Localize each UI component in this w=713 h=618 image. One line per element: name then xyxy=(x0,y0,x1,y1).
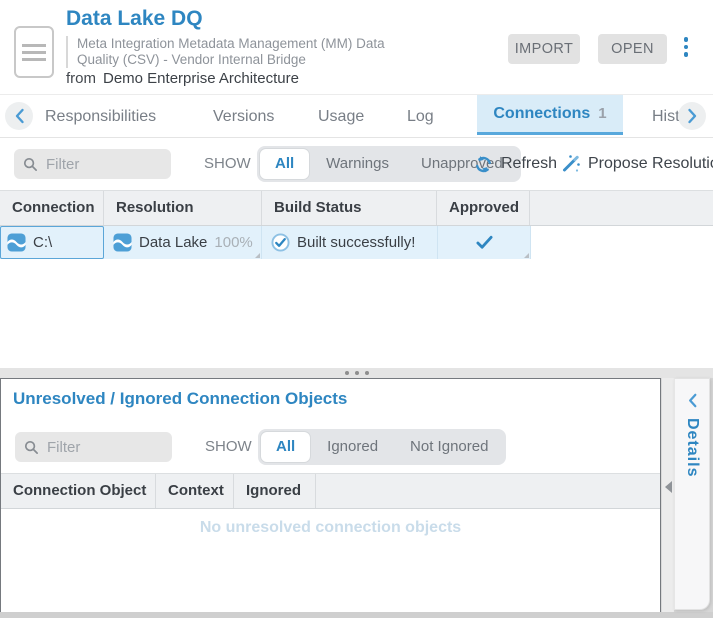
from-label: from xyxy=(66,70,96,87)
column-header-connection[interactable]: Connection xyxy=(0,191,104,225)
app-window: Data Lake DQ Meta Integration Metadata M… xyxy=(0,0,713,618)
search-icon xyxy=(24,440,39,455)
propose-resolution-button[interactable]: Propose Resolution xyxy=(560,138,713,190)
tab-log[interactable]: Log xyxy=(407,95,434,138)
vertical-scrollbar[interactable] xyxy=(661,378,674,612)
segment-ignored[interactable]: Ignored xyxy=(312,432,393,462)
search-icon xyxy=(23,157,38,172)
data-lake-connection-icon xyxy=(7,233,26,252)
tab-connections-count-badge: 1 xyxy=(598,105,606,122)
tab-bar: Responsibilities Versions Usage Log Conn… xyxy=(0,94,713,138)
bridge-subtitle: Meta Integration Metadata Management (MM… xyxy=(66,36,390,68)
resolution-name: Data Lake xyxy=(139,234,207,251)
details-panel-tab[interactable]: Details xyxy=(674,378,710,610)
page-title: Data Lake DQ xyxy=(66,7,203,31)
built-success-icon xyxy=(271,233,290,252)
segment-warnings[interactable]: Warnings xyxy=(311,149,404,179)
tab-responsibilities[interactable]: Responsibilities xyxy=(45,95,156,138)
build-status-cell[interactable]: Built successfully! xyxy=(262,226,438,259)
source-line: from Demo Enterprise Architecture xyxy=(66,70,299,87)
connections-table-header: Connection Resolution Build Status Appro… xyxy=(0,190,713,226)
connection-cell[interactable]: C:\ xyxy=(0,226,104,259)
show-label: SHOW xyxy=(204,138,251,190)
more-options-icon[interactable] xyxy=(681,37,691,57)
bottom-edge-strip xyxy=(0,612,713,618)
approved-check-icon xyxy=(476,235,493,250)
tabs-scroll-right-button[interactable] xyxy=(678,102,706,130)
open-button[interactable]: OPEN xyxy=(598,34,667,64)
column-header-approved[interactable]: Approved xyxy=(437,191,530,225)
connections-filter-box[interactable] xyxy=(14,149,171,179)
data-lake-resolution-icon xyxy=(113,233,132,252)
unresolved-table-header: Connection Object Context Ignored xyxy=(1,473,660,509)
segment-all[interactable]: All xyxy=(261,432,310,462)
table-row[interactable]: C:\ Data Lake 100% Built successfully! xyxy=(0,226,531,259)
segment-all[interactable]: All xyxy=(260,149,309,179)
chevron-left-icon xyxy=(14,108,25,124)
chevron-right-icon xyxy=(687,108,698,124)
resolution-cell[interactable]: Data Lake 100% xyxy=(104,226,262,259)
expand-left-chevron-icon xyxy=(686,393,699,408)
panel-title: Unresolved / Ignored Connection Objects xyxy=(13,389,347,409)
cell-resize-corner xyxy=(255,253,260,258)
scrollbar-arrow-icon[interactable] xyxy=(665,481,672,493)
refresh-icon xyxy=(474,155,493,174)
magic-wand-icon xyxy=(560,154,580,174)
import-button[interactable]: IMPORT xyxy=(508,34,580,64)
resolution-match-percent: 100% xyxy=(214,234,252,251)
unresolved-objects-panel: Unresolved / Ignored Connection Objects … xyxy=(0,378,661,612)
connections-filter-input[interactable] xyxy=(46,156,162,173)
horizontal-splitter-handle[interactable] xyxy=(0,368,713,378)
column-header-resolution[interactable]: Resolution xyxy=(104,191,262,225)
tab-connections[interactable]: Connections 1 xyxy=(477,95,623,135)
propose-resolution-label: Propose Resolution xyxy=(588,155,713,173)
source-model-link[interactable]: Demo Enterprise Architecture xyxy=(103,70,299,87)
document-icon xyxy=(14,26,54,78)
header: Data Lake DQ Meta Integration Metadata M… xyxy=(0,0,713,94)
tab-usage[interactable]: Usage xyxy=(318,95,364,138)
unresolved-filter-box[interactable] xyxy=(15,432,172,462)
empty-table-message: No unresolved connection objects xyxy=(1,519,660,537)
unresolved-show-segments: All Ignored Not Ignored xyxy=(258,429,506,465)
column-header-connection-object[interactable]: Connection Object xyxy=(1,474,156,508)
approved-cell[interactable] xyxy=(438,226,531,259)
column-header-filler xyxy=(530,191,713,225)
column-header-context[interactable]: Context xyxy=(156,474,234,508)
connection-name: C:\ xyxy=(33,234,52,251)
details-panel-label: Details xyxy=(683,418,701,477)
tabs-scroll-left-button[interactable] xyxy=(5,102,33,130)
column-header-filler xyxy=(316,474,660,508)
connections-toolbar: SHOW All Warnings Unapproved Refresh xyxy=(0,138,713,190)
unresolved-filter-input[interactable] xyxy=(47,439,163,456)
show-label: SHOW xyxy=(205,421,252,473)
refresh-button[interactable]: Refresh xyxy=(474,138,557,190)
refresh-label: Refresh xyxy=(501,155,557,173)
build-status-text: Built successfully! xyxy=(297,234,415,251)
cell-resize-corner xyxy=(524,253,529,258)
unresolved-toolbar: SHOW All Ignored Not Ignored xyxy=(1,421,660,473)
segment-not-ignored[interactable]: Not Ignored xyxy=(395,432,503,462)
column-header-build-status[interactable]: Build Status xyxy=(262,191,437,225)
column-header-ignored[interactable]: Ignored xyxy=(234,474,316,508)
tab-connections-label: Connections xyxy=(493,105,590,123)
tab-versions[interactable]: Versions xyxy=(213,95,274,138)
